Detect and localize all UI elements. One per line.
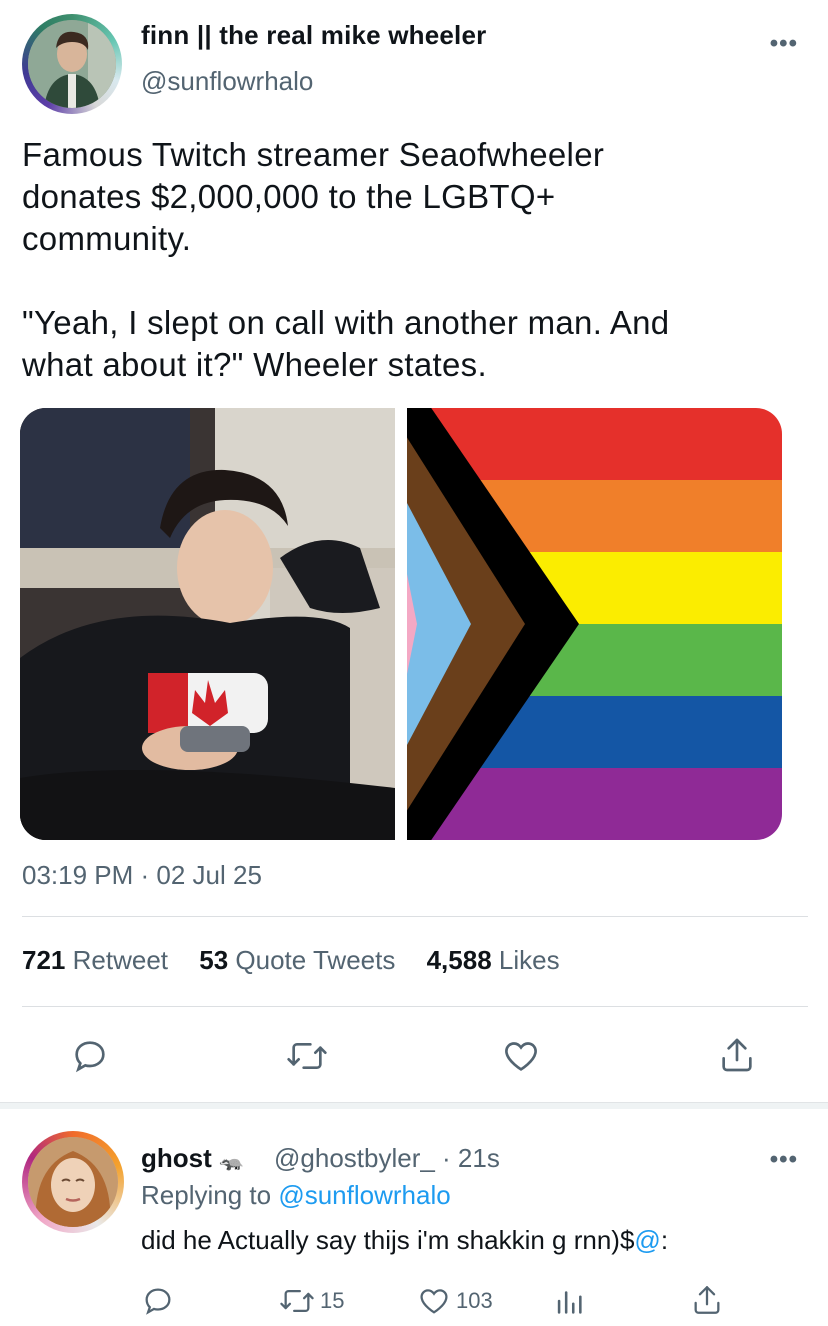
- replying-prefix: Replying to: [141, 1180, 272, 1210]
- share-button[interactable]: [717, 1034, 757, 1076]
- quote-count: 53: [199, 945, 229, 975]
- reply-retweet-count: 15: [320, 1288, 345, 1313]
- like-stat[interactable]: 4,588 Likes: [427, 945, 560, 976]
- reply-more-options-icon[interactable]: •••: [770, 1146, 798, 1174]
- reply-like-count: 103: [456, 1288, 493, 1313]
- divider: [22, 1006, 808, 1007]
- divider: [22, 916, 808, 917]
- author-avatar[interactable]: [22, 14, 122, 114]
- share-icon: [694, 1286, 720, 1314]
- reply-mention-link[interactable]: @: [634, 1225, 660, 1255]
- section-separator: [0, 1102, 828, 1109]
- reply-reply-button[interactable]: [141, 1284, 175, 1318]
- heart-icon: [505, 1042, 537, 1071]
- reply-author-avatar[interactable]: [22, 1131, 124, 1233]
- tweet-photo[interactable]: [20, 408, 395, 840]
- replying-handle-link[interactable]: @sunflowrhalo: [278, 1180, 450, 1210]
- reply-like-button[interactable]: 103: [416, 1284, 493, 1318]
- pride-flag-image[interactable]: [407, 408, 782, 840]
- reply-text-suffix: :: [660, 1225, 669, 1255]
- reply-icon: [145, 1288, 171, 1315]
- quote-stat[interactable]: 53 Quote Tweets: [199, 945, 395, 976]
- retweet-icon: [280, 1289, 314, 1313]
- reply-name-text: ghost: [141, 1143, 212, 1173]
- reply-display-name[interactable]: ghost 🦡: [141, 1143, 244, 1174]
- author-display-name[interactable]: finn || the real mike wheeler: [141, 20, 486, 51]
- quote-label: Quote Tweets: [235, 945, 396, 975]
- author-handle[interactable]: @sunflowrhalo: [141, 66, 313, 97]
- heart-icon: [420, 1289, 448, 1314]
- reply-icon: [75, 1041, 105, 1073]
- like-button[interactable]: [500, 1036, 542, 1076]
- like-count: 4,588: [426, 945, 492, 975]
- reply-text: did he Actually say thijs i'm shakkin g …: [141, 1225, 668, 1256]
- engagement-stats: 721 Retweet 53 Quote Tweets 4,588 Likes: [22, 945, 584, 976]
- share-icon: [722, 1038, 752, 1072]
- reply-button[interactable]: [70, 1036, 110, 1076]
- reply-text-plain: did he Actually say thijs i'm shakkin g …: [141, 1225, 635, 1255]
- tweet-text: Famous Twitch streamer Seaofwheeler dona…: [22, 136, 670, 383]
- more-options-icon[interactable]: •••: [770, 30, 798, 58]
- retweet-stat[interactable]: 721 Retweet: [22, 945, 168, 976]
- like-label: Likes: [498, 945, 560, 975]
- badger-emoji: 🦡: [219, 1150, 244, 1172]
- retweet-icon: [287, 1043, 327, 1069]
- retweet-button[interactable]: [285, 1036, 329, 1076]
- reply-share-button[interactable]: [690, 1282, 724, 1318]
- retweet-label: Retweet: [72, 945, 169, 975]
- replying-to: Replying to @sunflowrhalo: [141, 1180, 451, 1211]
- reply-retweet-button[interactable]: 15: [278, 1284, 344, 1318]
- reply-analytics-button[interactable]: [552, 1284, 586, 1318]
- analytics-icon: [557, 1291, 582, 1314]
- reply-handle-time[interactable]: @ghostbyler_ · 21s: [274, 1143, 500, 1174]
- retweet-count: 721: [22, 945, 66, 975]
- tweet-timestamp[interactable]: 03:19 PM · 02 Jul 25: [22, 860, 262, 891]
